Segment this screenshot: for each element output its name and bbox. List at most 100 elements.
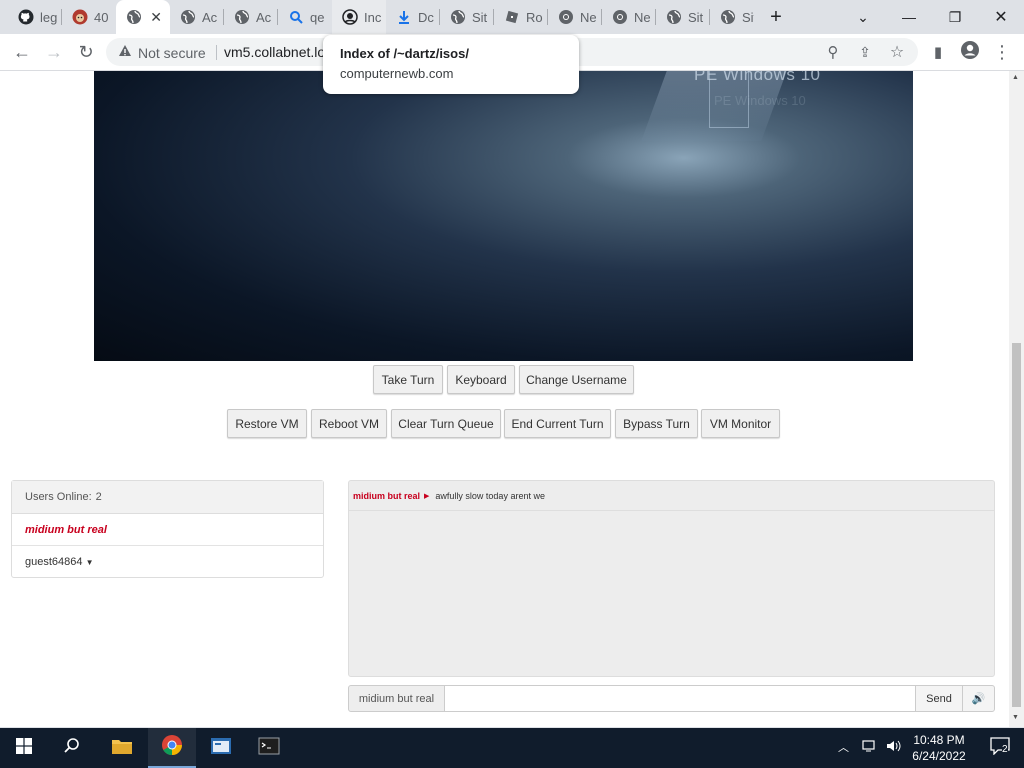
site-icon [342,9,358,25]
page-scrollbar[interactable]: ▲ ▼ [1009,71,1024,727]
side-panel-button[interactable]: ▮ [924,38,952,66]
tooltip-domain: computernewb.com [340,66,454,81]
vm-display[interactable]: PE Windows 10 PE Windows 10 [94,71,913,361]
close-window-button[interactable]: ✕ [978,0,1024,34]
menu-button[interactable]: ⋮ [988,38,1016,66]
restore-icon: ❐ [948,8,962,25]
dog-icon [72,9,88,25]
tab-roblox[interactable]: Ro [494,0,548,34]
bookmark-button[interactable]: ☆ [883,38,911,66]
back-button[interactable]: ← [8,38,36,66]
tab-label: 40 [94,9,109,25]
tab-ne-2[interactable]: Ne [602,0,656,34]
arrow-left-icon: ← [13,41,31,62]
avatar-icon [960,40,980,65]
notification-center-button[interactable]: 2 [976,728,1024,768]
tab-ne-1[interactable]: Ne [548,0,602,34]
scroll-up-icon[interactable]: ▲ [1012,74,1019,81]
change-username-button[interactable]: Change Username [519,365,634,394]
chat-input-row: midium but real Send 🔊 [348,685,995,712]
chrome-taskbar-button[interactable] [148,728,196,768]
security-indicator[interactable]: Not secure [118,44,206,61]
file-explorer-button[interactable] [98,728,146,768]
forward-button[interactable]: → [40,38,68,66]
globe-icon [666,9,682,25]
search-icon [63,737,81,760]
restore-button[interactable]: ❐ [932,0,978,34]
notification-count: 2 [1002,743,1008,755]
send-button[interactable]: Send [915,685,963,712]
scrollbar-thumb[interactable] [1012,343,1021,707]
folder-icon [111,737,133,760]
search-taskbar-button[interactable] [48,728,96,768]
user-item-turn-holder[interactable]: midium but real [12,514,323,546]
minimize-button[interactable]: — [886,0,932,34]
windows-logo-icon [16,737,32,759]
tab-ac-1[interactable]: Ac [170,0,224,34]
sound-toggle-button[interactable]: 🔊 [962,685,995,712]
keyboard-button[interactable]: Keyboard [447,365,515,394]
tab-index[interactable]: Inc [332,0,386,34]
scroll-down-icon[interactable]: ▼ [1012,714,1019,721]
search-icon [288,9,304,25]
tab-active[interactable]: ✕ [116,0,170,34]
speaker-icon: 🔊 [971,693,986,705]
app-window-button[interactable] [197,728,245,768]
star-icon: ☆ [889,44,905,61]
clock-time: 10:48 PM [913,733,965,747]
tab-sit-3[interactable]: Sit [710,0,754,34]
tab-sit-1[interactable]: Sit [440,0,494,34]
volume-icon[interactable] [886,739,902,756]
close-tab-icon[interactable]: ✕ [150,9,162,26]
vm-monitor-button[interactable]: VM Monitor [701,409,780,438]
start-button[interactable] [0,728,48,768]
terminal-icon [258,737,280,760]
new-tab-button[interactable]: + [754,0,798,34]
network-icon[interactable] [862,739,878,756]
tab-download[interactable]: Dc [386,0,440,34]
tab-label: Ac [202,9,218,25]
download-icon [396,9,412,25]
tab-hover-card: Index of /~dartz/isos/ computernewb.com [323,35,579,94]
restore-vm-button[interactable]: Restore VM [227,409,307,438]
terminal-button[interactable] [245,728,293,768]
tab-label: Dc [418,9,434,25]
tab-search-button[interactable]: ⌄ [840,0,886,34]
profile-button[interactable] [956,38,984,66]
system-clock[interactable]: 10:48 PM 6/24/2022 [905,732,973,764]
bypass-turn-button[interactable]: Bypass Turn [615,409,698,438]
zoom-button[interactable]: ⚲ [819,38,847,66]
vm-os-logo: PE Windows 10 [694,71,821,84]
tab-label: qe [310,9,325,25]
github-icon [18,9,34,25]
globe-icon [180,9,196,25]
plus-icon: + [770,5,782,28]
users-online-header: Users Online: 2 [12,481,323,514]
chevron-up-icon[interactable]: ︿ [838,739,849,755]
clear-turn-queue-button[interactable]: Clear Turn Queue [391,409,501,438]
reload-icon: ↻ [78,41,94,62]
tab-sit-2[interactable]: Sit [656,0,710,34]
tab-github[interactable]: leg [8,0,62,34]
users-online-count: 2 [95,491,102,503]
minimize-icon: — [902,9,916,25]
chrome-icon [161,734,183,761]
omnibox-divider [216,45,217,60]
tab-qe[interactable]: qe [278,0,332,34]
arrow-right-icon: → [45,41,63,62]
share-icon: ⇪ [859,43,871,60]
share-button[interactable]: ⇪ [851,38,879,66]
zoom-icon: ⚲ [827,44,839,61]
reload-button[interactable]: ↻ [72,38,100,66]
page-content: PE Windows 10 PE Windows 10 Take Turn Ke… [0,71,1024,727]
tab-404[interactable]: 40 [62,0,116,34]
end-current-turn-button[interactable]: End Current Turn [504,409,611,438]
user-item-self[interactable]: guest64864 ▼ [12,546,323,578]
reboot-vm-button[interactable]: Reboot VM [311,409,387,438]
chat-input[interactable] [444,685,916,712]
take-turn-button[interactable]: Take Turn [373,365,443,394]
tab-label: Sit [742,9,754,25]
tab-ac-2[interactable]: Ac [224,0,278,34]
tab-label: leg [40,9,58,25]
chrome-icon [612,9,628,25]
